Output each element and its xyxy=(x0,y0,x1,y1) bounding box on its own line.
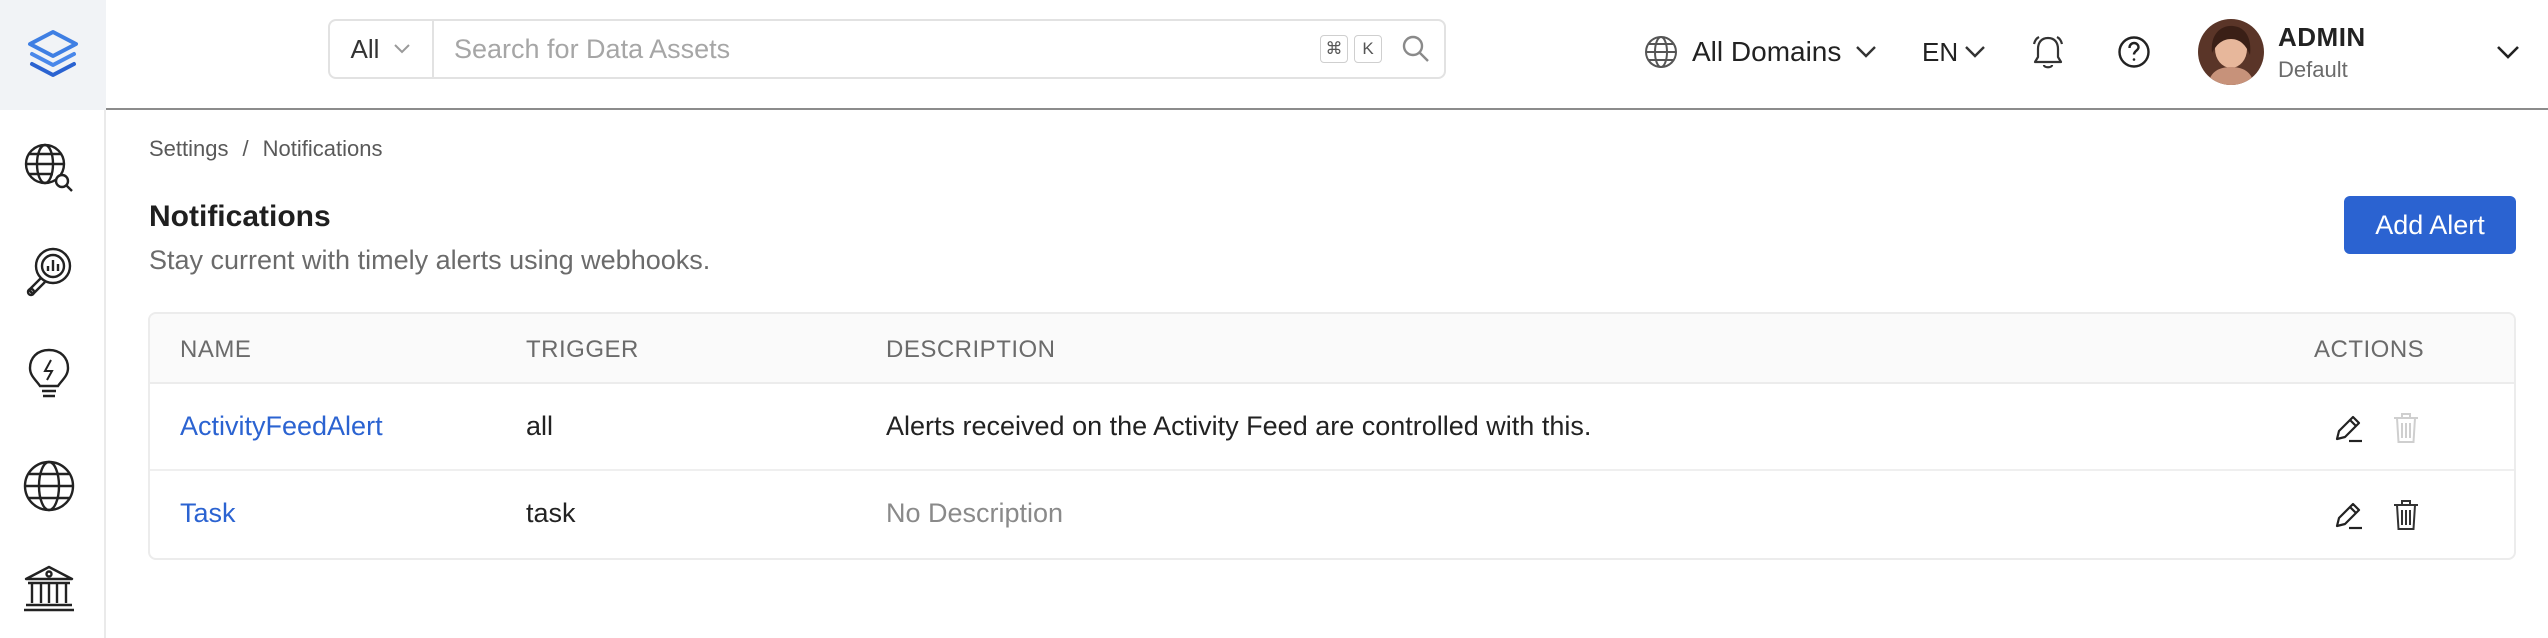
sidebar xyxy=(0,0,106,638)
alert-description: No Description xyxy=(886,498,1064,528)
delete-button[interactable] xyxy=(2384,493,2428,537)
globe-icon xyxy=(1645,36,1677,68)
trash-icon xyxy=(2394,413,2418,443)
alerts-table: NAME TRIGGER DESCRIPTION ACTIONS Activit… xyxy=(148,312,2516,560)
search-button[interactable] xyxy=(1388,21,1444,77)
search-icon xyxy=(1402,35,1429,62)
chevron-down-icon xyxy=(2497,46,2519,59)
search-input[interactable] xyxy=(434,21,1320,77)
insights-lightbulb-icon xyxy=(28,348,70,398)
breadcrumb-current: Notifications xyxy=(262,136,383,161)
search-category-label: All xyxy=(350,33,380,64)
alert-description: Alerts received on the Activity Feed are… xyxy=(886,411,1592,441)
breadcrumb-settings[interactable]: Settings xyxy=(149,136,229,162)
table-header: NAME TRIGGER DESCRIPTION ACTIONS xyxy=(150,314,2514,384)
chevron-down-icon xyxy=(394,44,411,54)
language-label: EN xyxy=(1922,36,1959,67)
sidebar-item-governance[interactable] xyxy=(21,560,77,616)
shortcut-k-key: K xyxy=(1354,35,1382,63)
layers-logo-icon xyxy=(28,30,78,77)
sidebar-item-explore[interactable] xyxy=(21,140,77,196)
user-role: Default xyxy=(2278,57,2348,82)
edit-pencil-icon xyxy=(2335,415,2362,443)
alert-trigger: task xyxy=(526,498,576,528)
help-button[interactable] xyxy=(2112,30,2156,74)
app-logo[interactable] xyxy=(0,0,106,110)
edit-button[interactable] xyxy=(2326,406,2370,450)
user-menu-toggle[interactable] xyxy=(2492,36,2524,68)
search-category-select[interactable]: All xyxy=(330,21,434,77)
bell-icon xyxy=(2032,36,2064,69)
page-subtitle: Stay current with timely alerts using we… xyxy=(149,245,711,275)
breadcrumb: Settings / Notifications xyxy=(149,136,382,162)
domain-select-label: All Domains xyxy=(1692,36,1842,67)
edit-button[interactable] xyxy=(2326,493,2370,537)
sidebar-item-data-quality[interactable] xyxy=(21,244,77,300)
column-header-description: DESCRIPTION xyxy=(886,336,1056,363)
top-bar: All ⌘ K All Domains EN xyxy=(106,0,2548,110)
user-avatar[interactable] xyxy=(2198,19,2264,85)
governance-building-icon xyxy=(24,565,74,612)
column-header-trigger: TRIGGER xyxy=(526,336,639,363)
user-name: ADMIN xyxy=(2278,22,2366,52)
language-select[interactable]: EN xyxy=(1922,28,1986,76)
data-quality-magnifier-icon xyxy=(26,247,72,297)
column-header-actions: ACTIONS xyxy=(2314,336,2425,363)
alert-name-link[interactable]: Task xyxy=(180,498,236,529)
alert-trigger: all xyxy=(526,411,554,441)
breadcrumb-separator: / xyxy=(242,136,249,161)
chevron-down-icon xyxy=(1965,46,1985,58)
shortcut-cmd-key: ⌘ xyxy=(1320,35,1348,63)
edit-pencil-icon xyxy=(2335,502,2362,530)
add-alert-button[interactable]: Add Alert xyxy=(2344,196,2516,254)
alert-name-link[interactable]: ActivityFeedAlert xyxy=(180,411,383,442)
user-avatar-image xyxy=(2198,19,2264,85)
table-row: Task task No Description xyxy=(150,471,2514,558)
delete-button-disabled xyxy=(2384,406,2428,450)
page-title: Notifications xyxy=(149,200,331,233)
sidebar-item-insights[interactable] xyxy=(21,346,77,402)
trash-icon xyxy=(2394,500,2418,530)
help-icon xyxy=(2118,36,2150,68)
global-search: All ⌘ K xyxy=(328,19,1446,79)
sidebar-item-domains[interactable] xyxy=(21,458,77,514)
domain-select[interactable]: All Domains xyxy=(1644,28,1877,76)
table-row: ActivityFeedAlert all Alerts received on… xyxy=(150,384,2514,471)
notifications-button[interactable] xyxy=(2026,30,2070,74)
chevron-down-icon xyxy=(1856,46,1877,58)
domains-globe-icon xyxy=(23,460,75,512)
explore-globe-search-icon xyxy=(24,143,73,192)
column-header-name: NAME xyxy=(180,336,252,363)
